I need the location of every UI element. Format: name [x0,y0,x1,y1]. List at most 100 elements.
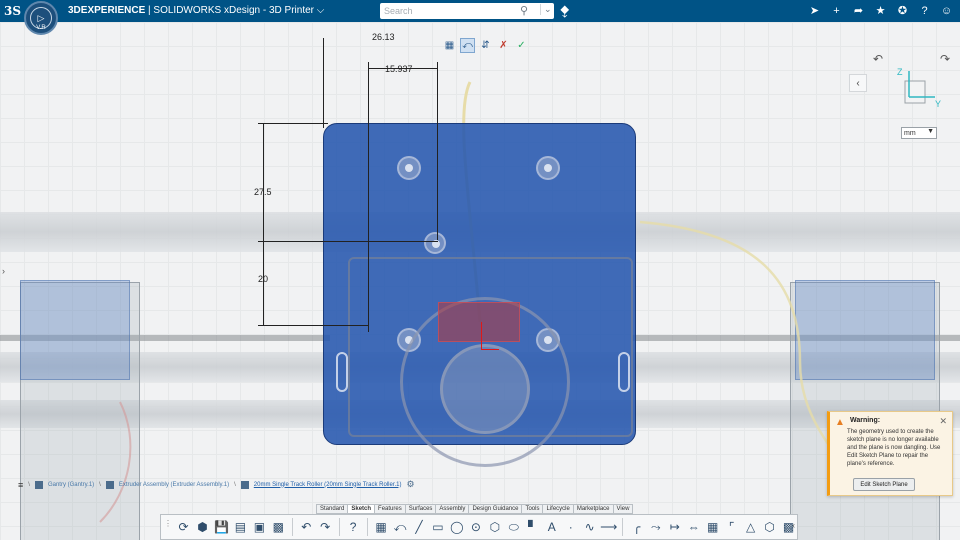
block-icon[interactable]: ⬡ [761,518,778,536]
search-box[interactable]: ⚲ ⌄ [380,3,554,19]
rotate-left-icon[interactable]: ↶ [873,52,883,66]
compass-widget[interactable]: ▷ V.R [24,1,58,35]
brand-name: 3DEXPERIENCE [68,5,146,16]
edit-sketch-plane-button[interactable]: Edit Sketch Plane [853,478,915,491]
cancel-sketch-icon[interactable]: ✗ [496,38,511,53]
close-icon[interactable]: ✕ [939,416,947,427]
forward-icon[interactable]: ➦ [851,3,866,18]
dim-line-vertical [263,123,264,325]
units-dropdown[interactable]: mm ▼ [901,127,937,139]
breadcrumb-separator: \ [234,481,236,488]
toolbar-divider [338,518,340,536]
circle-icon[interactable]: ◯ [448,518,465,536]
component-icon [34,480,43,489]
presentation-icon[interactable]: ▩ [270,518,287,536]
breadcrumb-options-icon[interactable]: ⚙ [407,479,415,490]
line-icon[interactable]: ╱ [410,518,427,536]
sketch-origin-red [481,322,499,350]
tab-design-guidance[interactable]: Design Guidance [468,504,522,514]
dim-extension-mid [368,62,369,332]
sketch-context-toolbar: ▦ ⤺ ⇵ ✗ ✓ [442,38,529,53]
slot-icon[interactable]: ▘ [524,518,541,536]
dim-value-vertical-lower[interactable]: 20 [258,274,268,284]
units-value: mm [904,129,916,137]
share-icon[interactable]: ➤ [807,3,822,18]
slot-right [618,352,630,392]
menu-icon[interactable]: ≡ [18,480,23,490]
drawing-icon[interactable]: ▤ [232,518,249,536]
ds-logo: 3S [4,4,22,18]
action-bar: ⋮ ⟳ ⬢ 💾 ▤ ▣ ▩ ↶ ↷ ? ▦ ⤺ ╱ ▭ ◯ ⊙ ⬡ ⬭ ▘ A … [160,514,798,540]
help-icon[interactable]: ? [917,3,932,18]
constraint-icon[interactable]: ⇵ [478,38,493,53]
tab-assembly[interactable]: Assembly [435,504,469,514]
grid-snap-icon[interactable]: ▦ [442,38,457,53]
drag-handle-icon[interactable]: ⋮ [164,519,172,528]
search-scope-chevron-down-icon[interactable]: ⌄ [540,4,552,15]
heater-block [438,302,520,342]
view-cube[interactable]: Z Y [893,67,943,109]
breadcrumb: ≡ \ Gantry (Gantry.1) \ Extruder Assembl… [18,479,415,490]
undo-icon[interactable]: ↶ [298,518,315,536]
network-icon[interactable]: ★ [873,3,888,18]
text-icon[interactable]: A [543,518,560,536]
tab-lifecycle[interactable]: Lifecycle [542,504,573,514]
tab-features[interactable]: Features [374,504,405,514]
tab-sketch[interactable]: Sketch [347,504,375,514]
app-title: 3DEXPERIENCE | SOLIDWORKS xDesign - 3D P… [68,5,324,16]
smart-dimension-icon[interactable]: ⤺ [460,38,475,53]
mirror-icon[interactable]: ⇔ [685,518,702,536]
dim-extension-bottom [258,325,368,326]
3d-viewport[interactable]: 26.13 15.937 27.5 20 ▦ ⤺ ⇵ ✗ ✓ ↶ ↷ ‹ Z Y… [0,22,960,540]
user-icon[interactable]: ☺ [939,3,954,18]
save-icon[interactable]: 💾 [213,518,230,536]
corner-icon[interactable]: ⌜ [723,518,740,536]
tag-icon[interactable]: ⧪ [560,3,569,18]
action-bar-tabs: Standard Sketch Features Surfaces Assemb… [316,504,634,514]
search-input[interactable] [384,4,514,18]
breadcrumb-separator: \ [28,481,30,488]
tab-view[interactable]: View [612,504,634,514]
rotate-right-icon[interactable]: ↷ [940,52,950,66]
warning-triangle-icon[interactable]: △ [742,518,759,536]
sketch-point-hole [424,232,446,254]
breadcrumb-item-extruder-assembly[interactable]: Extruder Assembly (Extruder Assembly.1) [119,482,229,488]
ellipse-icon[interactable]: ⬭ [505,518,522,536]
tab-tools[interactable]: Tools [521,504,543,514]
sketch-icon[interactable]: ▦ [373,518,390,536]
refresh-icon[interactable]: ⟳ [175,518,192,536]
offset-icon[interactable]: ⟶ [600,518,617,536]
breadcrumb-item-roller[interactable]: 20mm Single Track Roller (20mm Single Tr… [254,482,402,488]
fillet-icon[interactable]: ╭ [628,518,645,536]
dim-value-partial[interactable]: 26.13 [372,32,395,42]
polygon-icon[interactable]: ⬡ [486,518,503,536]
point-icon[interactable]: · [562,518,579,536]
tools-icon[interactable]: ✪ [895,3,910,18]
tab-marketplace[interactable]: Marketplace [572,504,613,514]
add-icon[interactable]: + [829,3,844,18]
warning-message: The geometry used to create the sketch p… [847,429,941,467]
accept-sketch-icon[interactable]: ✓ [514,38,529,53]
convert-entities-icon[interactable]: ▦ [704,518,721,536]
y-axis-label: Y [935,99,941,109]
redo-icon[interactable]: ↷ [317,518,334,536]
trim-icon[interactable]: ⤳ [647,518,664,536]
part-icon[interactable]: ⬢ [194,518,211,536]
collapse-chevron-icon[interactable]: ‹ [792,521,795,530]
smart-dimension-icon[interactable]: ⤺ [392,518,409,536]
tab-standard[interactable]: Standard [316,504,348,514]
extend-icon[interactable]: ↦ [666,518,683,536]
collapse-panel-chevron-left-icon[interactable]: ‹ [849,74,867,92]
center-circle-icon[interactable]: ⊙ [467,518,484,536]
expand-panel-chevron-right-icon[interactable]: › [2,266,5,276]
dim-value-horizontal[interactable]: 15.937 [385,64,413,74]
breadcrumb-item-gantry[interactable]: Gantry (Gantry.1) [48,482,94,488]
help-icon[interactable]: ? [345,518,362,536]
search-icon[interactable]: ⚲ [520,4,528,17]
spline-icon[interactable]: ∿ [581,518,598,536]
configuration-icon[interactable]: ▣ [251,518,268,536]
dim-value-vertical-upper[interactable]: 27.5 [254,187,272,197]
rectangle-icon[interactable]: ▭ [429,518,446,536]
app-menu-caret-icon[interactable]: ⌵ [317,5,325,16]
tab-surfaces[interactable]: Surfaces [404,504,436,514]
